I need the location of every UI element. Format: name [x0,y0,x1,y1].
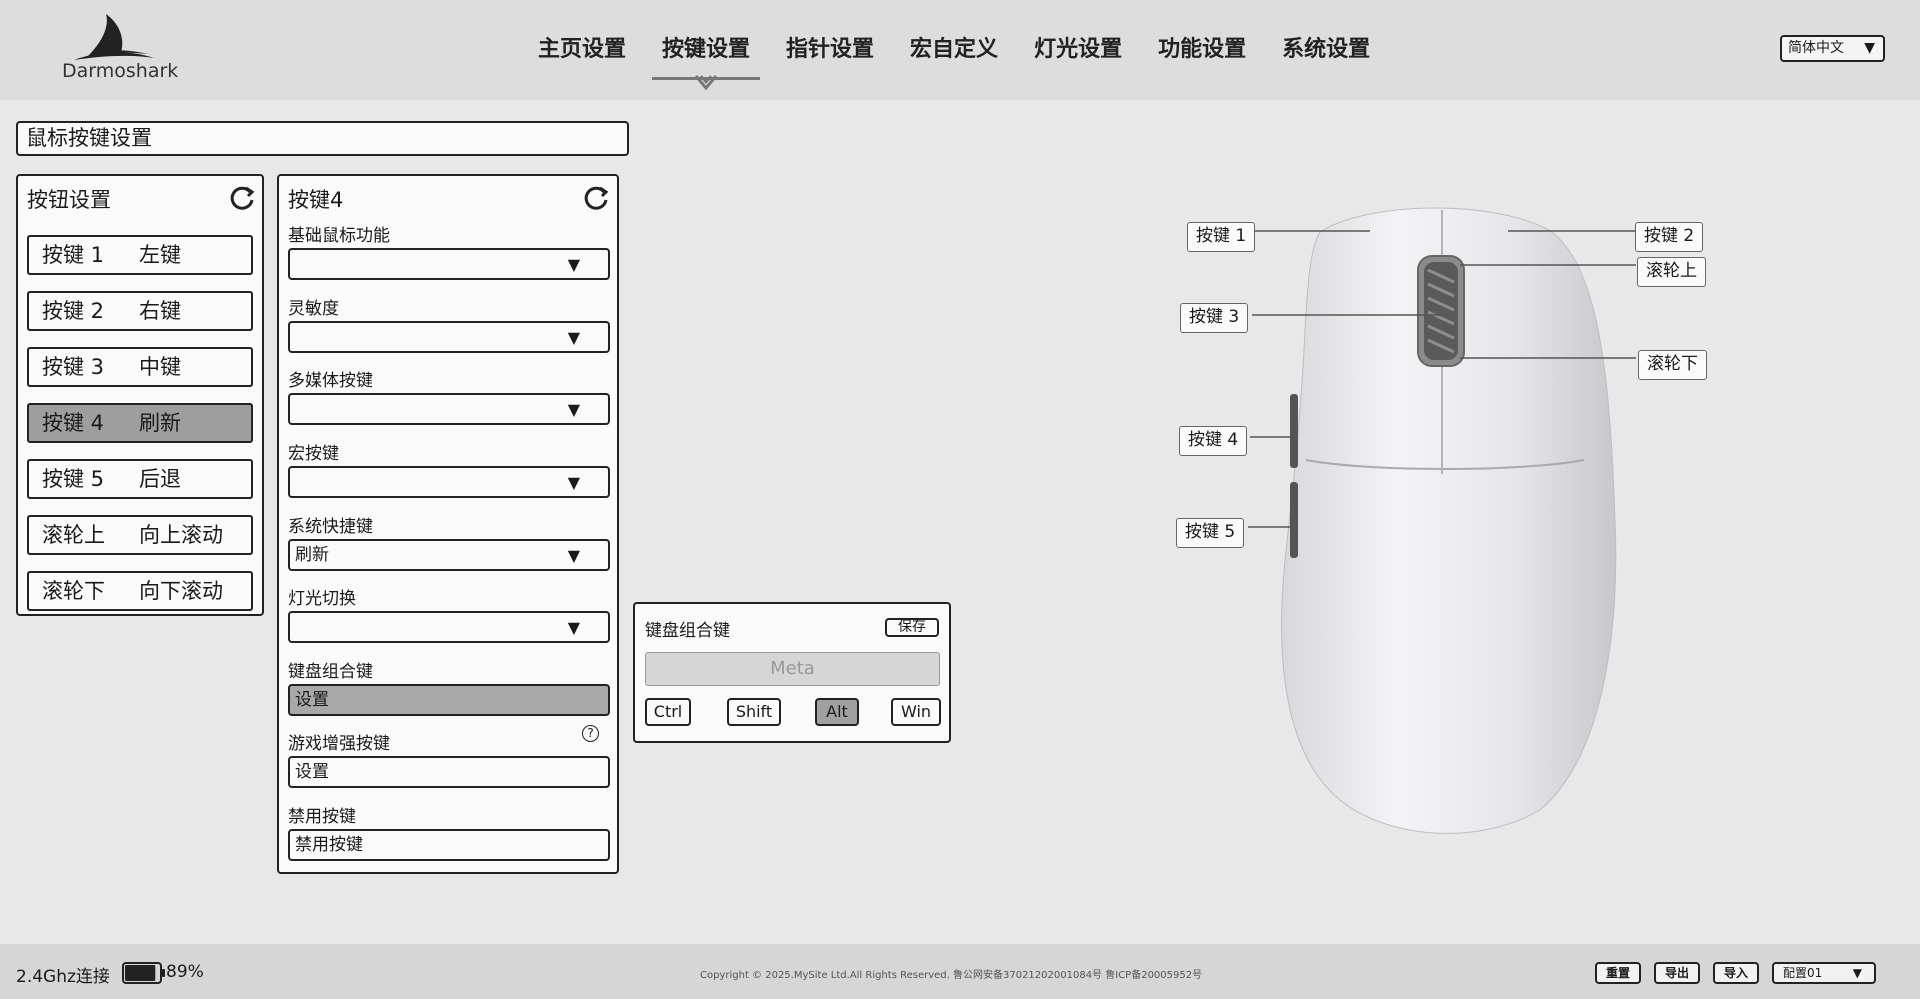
tab-key-settings-label: 按键设置 [662,37,751,62]
chevron-down-icon: ▼ [1852,966,1862,980]
macro-key-select[interactable]: ▼ [288,466,610,498]
win-modifier-button[interactable]: Win [891,698,941,726]
shark-fin-icon [74,14,154,60]
callout-wheel-down[interactable]: 滚轮下 [1638,350,1707,380]
brand-name: Darmoshark [62,60,179,82]
copyright-text: Copyright © 2025.MySite Ltd.All Rights R… [700,970,1203,981]
language-select-value: 简体中文 [1788,40,1844,56]
export-button[interactable]: 导出 [1654,962,1700,984]
sensitivity-select[interactable]: ▼ [288,321,610,353]
tab-system-settings[interactable]: 系统设置 [1264,0,1388,100]
tab-function-settings[interactable]: 功能设置 [1140,0,1264,100]
button-item-value: 向下滚动 [139,579,223,603]
sensitivity-label: 灵敏度 [288,299,339,319]
system-shortcut-label: 系统快捷键 [288,517,373,537]
button-item-1[interactable]: 按键 1 左键 [27,235,253,275]
button-panel-title: 按钮设置 [27,188,111,212]
button-item-value: 右键 [139,299,181,323]
connection-status: 2.4Ghz连接 [16,967,110,987]
key-config-panel: 按键4 基础鼠标功能 ▼ 灵敏度 ▼ 多媒体按键 ▼ 宏按键 ▼ 系统快捷键 刷… [277,174,619,874]
disable-key-button[interactable]: 禁用按键 [288,829,610,861]
tab-macro-custom[interactable]: 宏自定义 [892,0,1016,100]
button-item-2[interactable]: 按键 2 右键 [27,291,253,331]
key-display-field[interactable]: Meta [645,652,940,686]
alt-modifier-button[interactable]: Alt [815,698,859,726]
refresh-icon[interactable] [228,184,256,212]
key-config-title: 按键4 [288,188,344,212]
callout-button-1[interactable]: 按键 1 [1187,222,1256,252]
reset-button[interactable]: 重置 [1595,962,1641,984]
keyboard-combo-button[interactable]: 设置 [288,684,610,716]
config-profile-value: 配置01 [1783,966,1823,980]
combo-panel-title: 键盘组合键 [645,621,730,641]
chevron-down-icon: ▼ [1864,40,1875,56]
battery-percent: 89% [166,962,204,982]
shift-modifier-button[interactable]: Shift [727,698,781,726]
callout-button-3[interactable]: 按键 3 [1180,303,1249,333]
button-item-key: 按键 3 [42,355,105,379]
button-item-4[interactable]: 按键 4 刷新 [27,403,253,443]
chevron-down-icon: ▼ [567,546,580,565]
import-button[interactable]: 导入 [1713,962,1759,984]
button-item-key: 按键 4 [42,411,105,435]
button-item-value: 向上滚动 [139,523,223,547]
button-item-5[interactable]: 按键 5 后退 [27,459,253,499]
chevron-down-icon: ▼ [567,473,580,492]
battery-fill [125,965,156,981]
battery-icon [122,962,165,984]
button-item-key: 按键 2 [42,299,105,323]
keyboard-combo-label: 键盘组合键 [288,662,373,682]
macro-key-label: 宏按键 [288,444,339,464]
button-item-3[interactable]: 按键 3 中键 [27,347,253,387]
button-item-key: 按键 1 [42,243,105,267]
callout-button-2[interactable]: 按键 2 [1635,222,1704,252]
button-item-value: 左键 [139,243,181,267]
config-profile-select[interactable]: 配置01 ▼ [1772,962,1876,984]
tab-pointer-settings[interactable]: 指针设置 [768,0,892,100]
chevron-down-icon: ▼ [567,255,580,274]
chevron-down-icon: ▼ [567,400,580,419]
top-header: Darmoshark 主页设置 按键设置 指针设置 宏自定义 灯光设置 功能设置… [0,0,1920,100]
button-item-key: 按键 5 [42,467,105,491]
basic-function-label: 基础鼠标功能 [288,226,390,246]
system-shortcut-value: 刷新 [295,545,329,565]
main-nav: 主页设置 按键设置 指针设置 宏自定义 灯光设置 功能设置 系统设置 [520,0,1388,100]
button-item-key: 滚轮下 [42,579,105,603]
active-tab-indicator-icon [694,75,718,91]
button-item-key: 滚轮上 [42,523,105,547]
disable-key-label: 禁用按键 [288,807,356,827]
refresh-icon[interactable] [582,184,610,212]
chevron-down-icon: ▼ [567,618,580,637]
callout-button-4[interactable]: 按键 4 [1179,426,1248,456]
tab-light-settings[interactable]: 灯光设置 [1016,0,1140,100]
game-enhance-label: 游戏增强按键 [288,734,390,754]
keyboard-combo-panel: 键盘组合键 保存 Meta Ctrl Shift Alt Win [633,602,951,743]
callout-button-5[interactable]: 按键 5 [1176,518,1245,548]
button-item-value: 后退 [139,467,181,491]
media-key-label: 多媒体按键 [288,371,373,391]
brand-logo[interactable]: Darmoshark [56,14,179,84]
section-title: 鼠标按键设置 [16,121,629,156]
button-item-value: 中键 [139,355,181,379]
tab-key-settings[interactable]: 按键设置 [644,0,768,100]
callout-wheel-up[interactable]: 滚轮上 [1637,257,1706,287]
chevron-down-icon: ▼ [567,328,580,347]
status-footer: 2.4Ghz连接 89% Copyright © 2025.MySite Ltd… [0,944,1920,999]
system-shortcut-select[interactable]: 刷新 ▼ [288,539,610,571]
tab-home-settings[interactable]: 主页设置 [520,0,644,100]
help-icon[interactable]: ? [582,725,599,742]
button-item-wheel-down[interactable]: 滚轮下 向下滚动 [27,571,253,611]
media-key-select[interactable]: ▼ [288,393,610,425]
button-item-wheel-up[interactable]: 滚轮上 向上滚动 [27,515,253,555]
basic-function-select[interactable]: ▼ [288,248,610,280]
button-item-value: 刷新 [139,411,181,435]
ctrl-modifier-button[interactable]: Ctrl [645,698,691,726]
save-button[interactable]: 保存 [885,618,939,637]
game-enhance-button[interactable]: 设置 [288,756,610,788]
button-settings-panel: 按钮设置 按键 1 左键 按键 2 右键 按键 3 中键 按键 4 刷新 按键 … [16,174,264,616]
light-switch-select[interactable]: ▼ [288,611,610,643]
light-switch-label: 灯光切换 [288,589,356,609]
language-select[interactable]: 简体中文 ▼ [1780,35,1885,62]
